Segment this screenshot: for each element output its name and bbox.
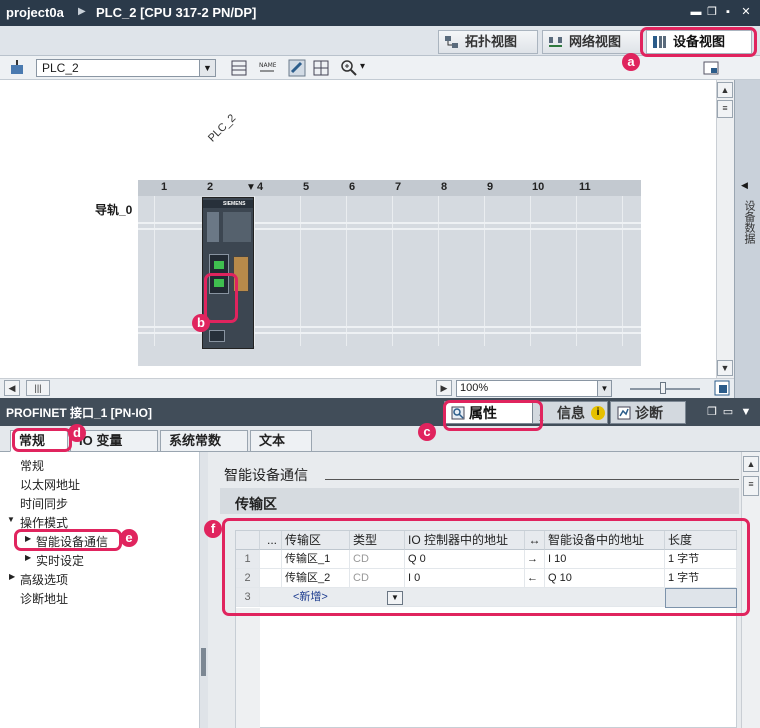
rack-slot-header: 1 2 ▼ 4 5 6 7 8 9 10 11 — [138, 180, 641, 196]
chevron-down-icon[interactable]: ▼ — [597, 381, 611, 396]
tab-network-view[interactable]: 网络视图 — [542, 30, 642, 54]
slot-number: 8 — [441, 181, 448, 193]
slot-number: 7 — [395, 181, 402, 193]
callout-box-c — [443, 400, 543, 431]
tab-texts[interactable]: 文本 — [250, 430, 312, 452]
scroll-up-icon[interactable]: ▲ — [743, 456, 759, 472]
nav-item-advanced-options[interactable]: 高级选项 — [20, 571, 68, 588]
topology-view-icon — [445, 36, 458, 48]
subsection-title: 传输区 — [235, 496, 277, 512]
callout-box-b — [204, 273, 238, 323]
nav-item-general[interactable]: 常规 — [20, 457, 44, 474]
title-bar: project0a ▶ PLC_2 [CPU 317-2 PN/DP] ▬ ❐ … — [0, 0, 760, 26]
inspector-title-bar: PROFINET 接口_1 [PN-IO] 属性 ℹ 信息 i 诊断 ❐ ▭ ▼ — [0, 398, 760, 426]
scroll-right-icon[interactable]: ▶ — [436, 380, 452, 396]
collapse-arrow-icon[interactable]: ◀ — [741, 180, 748, 191]
scroll-thumb[interactable]: ≡ — [743, 476, 759, 496]
callout-box-d — [12, 428, 72, 452]
callout-label-e: e — [120, 529, 138, 547]
zoom-options-icon[interactable]: ▾ — [360, 61, 365, 72]
device-name[interactable]: PLC_2 [CPU 317-2 PN/DP] — [96, 5, 256, 20]
tab-system-constants[interactable]: 系统常数 — [160, 430, 248, 452]
nav-item-realtime-settings[interactable]: 实时设定 — [36, 552, 84, 569]
slot-number: 9 — [487, 181, 494, 193]
canvas-horizontal-scrollbar[interactable]: ◀ ||| ▶ 100% ▼ — [0, 378, 734, 398]
callout-box-e — [14, 529, 122, 551]
svg-text:NAME: NAME — [259, 62, 276, 69]
scroll-left-icon[interactable]: ◀ — [4, 380, 20, 396]
callout-label-d: d — [68, 424, 86, 442]
callout-label-c: c — [418, 423, 436, 441]
device-data-side-panel[interactable]: ◀ 设备数据 — [734, 80, 760, 398]
section-title: 智能设备通信 — [224, 467, 308, 483]
scroll-down-icon[interactable]: ▼ — [717, 360, 733, 376]
inspector-title: PROFINET 接口_1 [PN-IO] — [6, 406, 153, 420]
slot-number: 2 — [207, 181, 214, 193]
nav-item-diagnostic-address[interactable]: 诊断地址 — [20, 590, 68, 607]
network-view-icon — [549, 37, 562, 47]
overview-navigation-icon[interactable] — [714, 380, 730, 396]
edit-mode-icon[interactable] — [288, 59, 306, 77]
status-leds — [207, 212, 219, 242]
scroll-up-icon[interactable]: ▲ — [717, 82, 733, 98]
slot-number: 10 — [532, 181, 545, 193]
collapse-icon[interactable]: ▼ — [740, 406, 752, 418]
zoom-slider-handle[interactable] — [660, 382, 666, 394]
chevron-down-icon[interactable]: ▼ — [199, 60, 215, 76]
nav-item-time-sync[interactable]: 时间同步 — [20, 495, 68, 512]
scroll-thumb[interactable]: ||| — [26, 380, 50, 396]
device-label: PLC_2 — [206, 112, 239, 145]
float-window-icon[interactable]: ❐ — [706, 406, 718, 418]
callout-label-b: b — [192, 314, 210, 332]
show-names-icon[interactable]: NAME — [258, 59, 276, 77]
device-data-label[interactable]: 设备数据 — [741, 200, 755, 244]
project-name[interactable]: project0a — [6, 5, 64, 20]
slot-number: 11 — [579, 181, 591, 193]
callout-box-a — [640, 27, 757, 57]
zoom-in-icon[interactable] — [340, 59, 358, 77]
restore-icon[interactable]: ❐ — [706, 6, 718, 18]
tab-diagnostics[interactable]: 诊断 — [610, 401, 686, 424]
device-canvas[interactable]: PLC_2 导轨_0 1 2 ▼ 4 5 6 7 8 9 10 11 SIEME… — [0, 80, 716, 378]
minimize-icon[interactable]: ▬ — [690, 6, 702, 18]
pane-splitter[interactable] — [200, 452, 208, 728]
expand-down-icon[interactable]: ▼ — [7, 515, 15, 524]
property-subtabs: 常规 IO 变量 系统常数 文本 — [0, 426, 760, 452]
callout-box-f — [222, 518, 750, 616]
callout-label-f: f — [204, 520, 222, 538]
rack-view-icon[interactable] — [230, 59, 248, 77]
tab-info[interactable]: ℹ 信息 i — [532, 401, 608, 424]
insert-marker-icon: ▼ — [246, 182, 256, 193]
expand-right-icon[interactable]: ▶ — [9, 572, 15, 581]
dock-icon[interactable]: ▪ — [722, 6, 734, 18]
slot-number: 5 — [303, 181, 310, 193]
slot-number: 1 — [161, 181, 168, 193]
info-badge-icon: i — [591, 406, 605, 420]
grid-icon[interactable] — [312, 59, 330, 77]
slot-number: 6 — [349, 181, 356, 193]
minimize-icon[interactable]: ▭ — [722, 406, 734, 418]
panel-toggle-icon[interactable] — [702, 59, 720, 77]
property-nav-tree: 常规 以太网地址 时间同步 ▼ 操作模式 ▶ 智能设备通信 ▶ 实时设定 ▶ 高… — [0, 452, 200, 728]
device-selector[interactable]: PLC_2 ▼ — [36, 59, 216, 77]
cpu-brand: SIEMENS — [223, 201, 246, 207]
nav-item-ethernet-address[interactable]: 以太网地址 — [20, 476, 80, 493]
zoom-select[interactable]: 100% ▼ — [456, 380, 612, 397]
scroll-thumb[interactable]: ≡ — [717, 100, 733, 118]
diagnostics-icon — [617, 406, 631, 420]
breadcrumb-arrow-icon: ▶ — [78, 6, 86, 17]
tab-topology-view[interactable]: 拓扑视图 — [438, 30, 538, 54]
section-divider — [325, 479, 739, 480]
rail-label: 导轨_0 — [95, 203, 133, 217]
device-toolbar: PLC_2 ▼ NAME ▾ — [0, 56, 760, 80]
slot-number: 4 — [257, 181, 264, 193]
callout-label-a: a — [622, 53, 640, 71]
expand-right-icon[interactable]: ▶ — [25, 553, 31, 562]
close-icon[interactable]: ✕ — [740, 6, 752, 18]
device-overview-icon[interactable] — [8, 59, 26, 77]
canvas-vertical-scrollbar[interactable]: ▲ ≡ ▼ — [716, 80, 734, 378]
